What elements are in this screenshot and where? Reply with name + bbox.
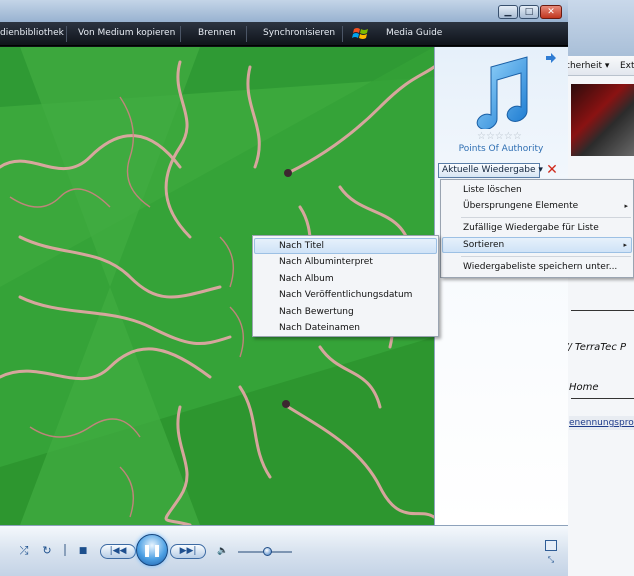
menu-item-label: Nach Album [279, 274, 334, 284]
tab-burn[interactable]: Brennen [198, 28, 236, 38]
menu-item-label: Wiedergabeliste speichern unter... [463, 262, 618, 272]
menu-clear-list[interactable]: Liste löschen [442, 182, 632, 198]
background-image [571, 84, 634, 156]
fullscreen-icon[interactable] [545, 540, 557, 551]
tab-sync[interactable]: Synchronisieren [263, 28, 335, 38]
menu-item-label: Übersprungene Elemente [463, 201, 579, 211]
menu-shuffle-list[interactable]: Zufällige Wiedergabe für Liste [442, 220, 632, 236]
album-title[interactable]: Points Of Authority [435, 144, 567, 154]
background-browser-window: cherheit ▾ Ext // TerraTec P Home enennu… [562, 0, 634, 576]
tab-separator [342, 26, 343, 42]
background-toolbar: cherheit ▾ Ext [563, 56, 634, 76]
arrow-right-icon[interactable] [545, 52, 557, 64]
maximize-button[interactable]: □ [519, 5, 539, 19]
menu-item-label: Nach Titel [279, 241, 325, 251]
menu-save-playlist[interactable]: Wiedergabeliste speichern unter... [442, 259, 632, 275]
transport-controls: ⤮ ↻ ■ |◀◀ ❚❚ ▶▶| 🔈 ⤡ [0, 525, 568, 576]
home-text: Home [569, 382, 599, 393]
repeat-icon[interactable]: ↻ [40, 544, 54, 558]
minimize-button[interactable]: ▁ [498, 5, 518, 19]
window-titlebar: ▁ □ ✕ [0, 0, 568, 22]
menu-separator [461, 217, 631, 218]
pause-button[interactable]: ❚❚ [136, 534, 168, 566]
windows-logo-icon[interactable] [352, 25, 370, 43]
sort-by-album[interactable]: Nach Album [254, 271, 437, 287]
now-playing-dropdown[interactable]: Aktuelle Wiedergabe ▾ [438, 163, 543, 178]
close-button[interactable]: ✕ [540, 5, 562, 19]
submenu-arrow-icon: ▸ [623, 241, 627, 249]
divider [571, 310, 634, 311]
menu-item-label: Zufällige Wiedergabe für Liste [463, 223, 599, 233]
tab-separator [66, 26, 67, 42]
sort-by-album-artist[interactable]: Nach Albuminterpret [254, 254, 437, 270]
menu-item-label: Nach Veröffentlichungsdatum [279, 290, 413, 300]
page-heading-text: // TerraTec P [565, 342, 627, 353]
menu-skipped-items[interactable]: Übersprungene Elemente ▸ [442, 198, 632, 214]
music-note-icon [476, 56, 528, 129]
divider [571, 398, 634, 399]
menu-item-label: Liste löschen [463, 185, 522, 195]
extras-menu[interactable]: Ext [620, 56, 634, 76]
sort-by-title[interactable]: Nach Titel [254, 238, 437, 254]
sort-by-rating[interactable]: Nach Bewertung [254, 304, 437, 320]
menu-sort[interactable]: Sortieren ▸ [442, 237, 632, 253]
menu-item-label: Nach Bewertung [279, 307, 354, 317]
menu-item-label: Nach Albuminterpret [279, 257, 373, 267]
menu-item-label: Sortieren [463, 240, 505, 250]
tab-rip[interactable]: Von Medium kopieren [78, 28, 175, 38]
naming-link[interactable]: enennungsproz [569, 416, 634, 430]
previous-button[interactable]: |◀◀ [100, 544, 136, 559]
navigation-tabs: dienbibliothek Von Medium kopieren Brenn… [0, 22, 568, 46]
sort-by-filename[interactable]: Nach Dateinamen [254, 320, 437, 336]
control-separator [64, 544, 66, 556]
menu-separator [461, 256, 631, 257]
sort-submenu: Nach Titel Nach Albuminterpret Nach Albu… [252, 235, 439, 337]
resize-icon[interactable]: ⤡ [545, 555, 557, 565]
tab-media-guide[interactable]: Media Guide [386, 28, 442, 38]
now-playing-menu: Liste löschen Übersprungene Elemente ▸ Zu… [440, 179, 634, 278]
shuffle-icon[interactable]: ⤮ [17, 544, 31, 558]
volume-slider-thumb[interactable] [263, 547, 273, 556]
next-button[interactable]: ▶▶| [170, 544, 206, 559]
stop-button[interactable]: ■ [76, 544, 90, 558]
submenu-arrow-icon: ▸ [624, 202, 628, 210]
volume-icon[interactable]: 🔈 [216, 544, 230, 558]
tab-media-library[interactable]: dienbibliothek [0, 28, 64, 38]
sort-by-release-date[interactable]: Nach Veröffentlichungsdatum [254, 287, 437, 303]
rating-stars[interactable]: ☆☆☆☆☆ [477, 131, 522, 142]
tab-separator [180, 26, 181, 42]
security-menu[interactable]: cherheit ▾ [565, 56, 609, 76]
background-titlebar [563, 0, 634, 56]
tab-separator [246, 26, 247, 42]
menu-item-label: Nach Dateinamen [279, 323, 360, 333]
clear-list-icon[interactable]: ✕ [545, 163, 559, 177]
now-playing-pane: ☆☆☆☆☆ Points Of Authority Aktuelle Wiede… [434, 47, 568, 525]
